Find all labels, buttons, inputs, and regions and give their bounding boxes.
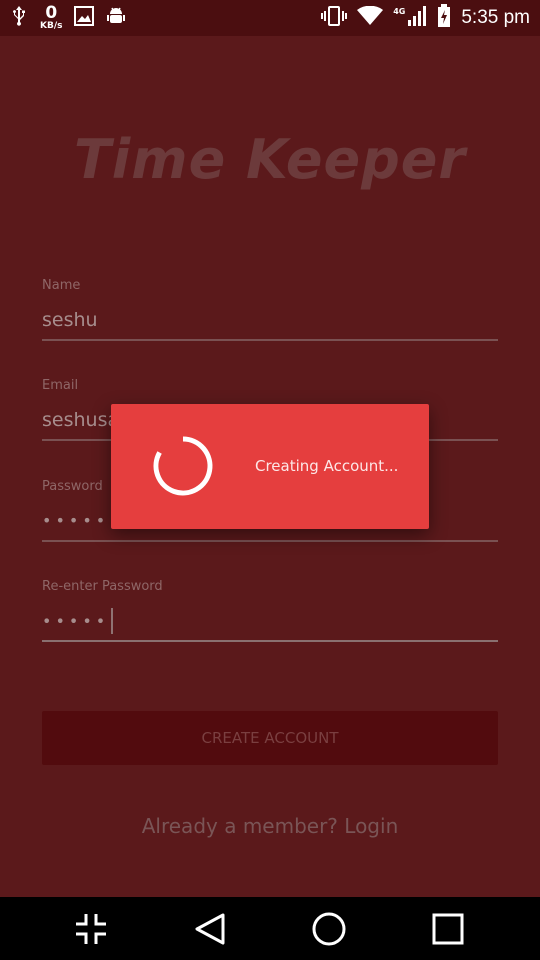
minimize-icon [76, 914, 106, 944]
login-link[interactable]: Already a member? Login [0, 814, 540, 838]
reenter-password-underline [42, 640, 498, 642]
status-bar-left: 0 KB/s [10, 0, 126, 36]
minimize-button[interactable] [71, 909, 111, 949]
name-label: Name [42, 278, 81, 293]
android-debug-icon [106, 6, 126, 30]
vibrate-icon [321, 6, 348, 30]
net-speed-value: 0 [45, 3, 58, 23]
wifi-icon [357, 5, 384, 30]
status-time: 5:35 pm [461, 7, 530, 28]
status-bar-right: 4G 5:35 pm [321, 0, 530, 36]
recents-icon [432, 913, 464, 945]
reenter-password-field[interactable]: Re-enter Password ••••• [42, 579, 498, 642]
name-field[interactable]: Name seshu [42, 278, 498, 341]
home-button[interactable] [309, 909, 349, 949]
email-label: Email [42, 378, 79, 393]
navigation-bar [0, 897, 540, 960]
name-input[interactable]: seshu [42, 307, 498, 333]
network-type: 4G [393, 6, 406, 16]
net-speed: 0 KB/s [40, 5, 62, 31]
recents-button[interactable] [428, 909, 468, 949]
cell-signal-icon [407, 5, 427, 31]
reenter-password-label: Re-enter Password [42, 579, 163, 594]
usb-icon [10, 5, 28, 31]
reenter-password-input[interactable]: ••••• [42, 612, 109, 631]
back-button[interactable] [190, 909, 230, 949]
progress-dialog: Creating Account... [111, 404, 429, 529]
text-cursor [111, 608, 114, 634]
create-account-button[interactable]: CREATE ACCOUNT [42, 711, 498, 765]
password-underline [42, 540, 498, 542]
dialog-message: Creating Account... [255, 457, 399, 475]
home-icon [312, 912, 346, 946]
image-icon [74, 6, 95, 30]
loading-spinner-icon [153, 436, 213, 496]
app-title: Time Keeper [73, 128, 467, 191]
status-bar: 0 KB/s 4G 5:35 pm [0, 0, 540, 36]
back-icon [195, 913, 225, 945]
net-speed-unit: KB/s [40, 21, 63, 31]
name-underline [42, 339, 498, 341]
reenter-password-input-wrap[interactable]: ••••• [42, 608, 498, 634]
battery-charging-icon [437, 4, 451, 32]
